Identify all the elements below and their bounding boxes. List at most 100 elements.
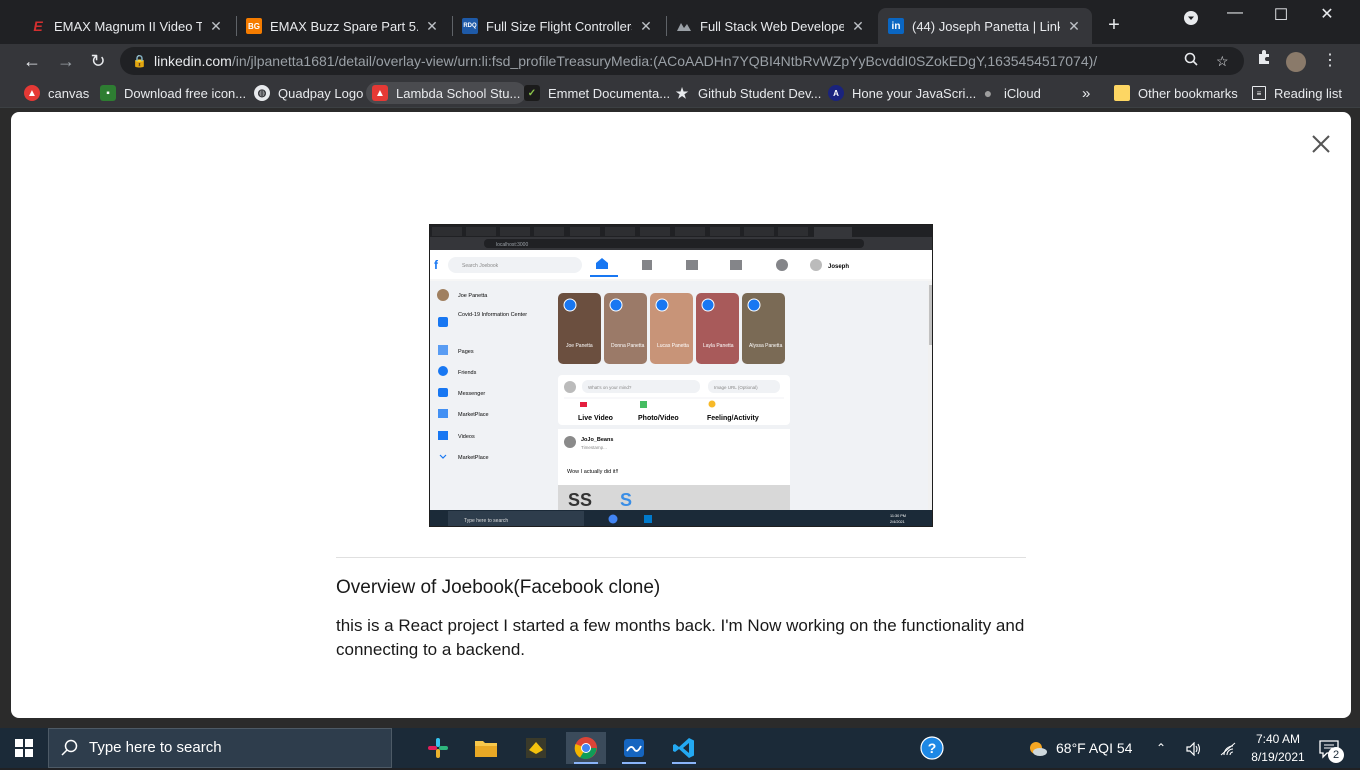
svg-text:Joe Panetta: Joe Panetta bbox=[566, 343, 593, 349]
weather-text: 68°F AQI 54 bbox=[1056, 740, 1133, 756]
tab-title: Full Size Flight Controllers (3 bbox=[486, 18, 632, 34]
tab-emax-buzz[interactable]: BG EMAX Buzz Spare Part 5.8G ✕ bbox=[236, 8, 450, 44]
whiteboard-app-icon[interactable] bbox=[614, 732, 654, 764]
bookmark-label: Emmet Documenta... bbox=[548, 85, 671, 101]
close-icon[interactable] bbox=[1307, 130, 1335, 158]
svg-text:Layla Panetta: Layla Panetta bbox=[703, 343, 734, 349]
download-icon: ▪ bbox=[100, 85, 116, 101]
tab-linkedin[interactable]: in (44) Joseph Panetta | Linked ✕ bbox=[878, 8, 1092, 44]
bookmark-canvas[interactable]: ▲ canvas bbox=[18, 82, 95, 104]
tab-emax-magnum[interactable]: E EMAX Magnum II Video Tran ✕ bbox=[20, 8, 234, 44]
notifications-icon[interactable]: 2 bbox=[1318, 728, 1344, 768]
media-title: Overview of Joebook(Facebook clone) bbox=[336, 577, 661, 598]
minimize-icon[interactable]: — bbox=[1212, 4, 1258, 22]
kebab-menu-icon[interactable]: ⋮ bbox=[1318, 48, 1342, 74]
chevron-up-icon[interactable]: ⌃ bbox=[1156, 728, 1166, 768]
forward-arrow-icon[interactable]: → bbox=[52, 48, 80, 74]
algo-icon: A bbox=[828, 85, 844, 101]
tab-search-icon[interactable] bbox=[1168, 10, 1214, 29]
bookmark-label: iCloud bbox=[1004, 85, 1041, 101]
bookmark-label: canvas bbox=[48, 85, 90, 101]
tab-title: (44) Joseph Panetta | Linked bbox=[912, 18, 1060, 34]
svg-text:Type here to search: Type here to search bbox=[464, 518, 508, 524]
svg-text:Joe Panetta: Joe Panetta bbox=[458, 293, 488, 299]
bookmark-github-student[interactable]: ★ Github Student Dev... bbox=[668, 82, 827, 104]
mini-address: localhost:3000 bbox=[496, 242, 528, 248]
bookmark-label: Lambda School Stu... bbox=[396, 85, 521, 101]
bookmark-emmet[interactable]: ✓ Emmet Documenta... bbox=[518, 82, 676, 104]
svg-text:Photo/Video: Photo/Video bbox=[638, 415, 679, 422]
url-path: /in/jlpanetta1681/detail/overlay-view/ur… bbox=[231, 53, 1098, 69]
help-icon[interactable]: ? bbox=[912, 732, 952, 764]
weather-widget[interactable]: 68°F AQI 54 bbox=[1028, 728, 1132, 768]
reading-list-icon: ≡ bbox=[1252, 86, 1266, 100]
new-tab-icon[interactable]: + bbox=[1104, 14, 1124, 37]
windows-taskbar: Type here to search ? 68°F AQI 54 ⌃ 7:40… bbox=[0, 728, 1360, 768]
bookmark-javascript[interactable]: A Hone your JavaScri... bbox=[822, 82, 982, 104]
bookmarks-bar: ▲ canvas ▪ Download free icon... ◍ Quadp… bbox=[0, 78, 1360, 108]
close-window-icon[interactable]: ✕ bbox=[1304, 4, 1350, 24]
svg-text:MarketPlace: MarketPlace bbox=[458, 455, 489, 461]
svg-text:Videos: Videos bbox=[458, 434, 475, 440]
close-tab-icon[interactable]: ✕ bbox=[1066, 18, 1082, 35]
bookmark-download-icons[interactable]: ▪ Download free icon... bbox=[94, 82, 252, 104]
bookmark-label: Github Student Dev... bbox=[698, 85, 822, 101]
reload-icon[interactable]: ↻ bbox=[84, 48, 112, 74]
close-tab-icon[interactable]: ✕ bbox=[638, 18, 654, 35]
bookmarks-overflow-icon[interactable]: » bbox=[1076, 82, 1096, 104]
taskbar-search-input[interactable]: Type here to search bbox=[48, 728, 392, 768]
svg-text:Covid-19 Information Center: Covid-19 Information Center bbox=[458, 312, 527, 318]
volume-icon[interactable] bbox=[1186, 728, 1202, 768]
vscode-app-icon[interactable] bbox=[664, 732, 704, 764]
svg-text:SS: SS bbox=[568, 490, 592, 510]
mini-stories: Joe Panetta Donna Panetta Lucas Panetta … bbox=[558, 293, 785, 364]
apple-icon: ● bbox=[983, 85, 993, 101]
close-tab-icon[interactable]: ✕ bbox=[850, 18, 866, 35]
tab-title: EMAX Buzz Spare Part 5.8G bbox=[270, 18, 418, 34]
mini-tabs bbox=[432, 227, 852, 237]
tab-full-stack[interactable]: Full Stack Web Developer ✕ bbox=[666, 8, 876, 44]
back-arrow-icon[interactable]: ← bbox=[18, 48, 46, 74]
wasp-app-icon[interactable] bbox=[516, 732, 556, 764]
bookmark-star-icon[interactable]: ☆ bbox=[1216, 47, 1229, 75]
reading-list[interactable]: ≡ Reading list bbox=[1246, 82, 1348, 104]
other-bookmarks[interactable]: Other bookmarks bbox=[1108, 82, 1244, 104]
slack-app-icon[interactable] bbox=[418, 732, 458, 764]
tab-flight-controllers[interactable]: RDQ Full Size Flight Controllers (3 ✕ bbox=[452, 8, 664, 44]
svg-text:JoJo_Beans: JoJo_Beans bbox=[581, 437, 613, 443]
close-tab-icon[interactable]: ✕ bbox=[208, 18, 224, 35]
windows-start-icon[interactable] bbox=[0, 728, 48, 768]
bookmark-quadpay[interactable]: ◍ Quadpay Logo bbox=[248, 82, 369, 104]
maximize-icon[interactable]: ☐ bbox=[1258, 5, 1304, 25]
address-bar[interactable]: 🔒 linkedin.com/in/jlpanetta1681/detail/ov… bbox=[120, 47, 1244, 75]
mini-username: Joseph bbox=[828, 264, 849, 270]
svg-text:Lucas Panetta: Lucas Panetta bbox=[657, 343, 689, 349]
close-tab-icon[interactable]: ✕ bbox=[424, 18, 440, 35]
chrome-app-icon[interactable] bbox=[566, 732, 606, 764]
extensions-puzzle-icon[interactable] bbox=[1252, 48, 1276, 74]
notification-badge: 2 bbox=[1328, 747, 1344, 763]
svg-text:S: S bbox=[620, 490, 632, 510]
media-image: localhost:3000 f Search Joebook Joseph J… bbox=[429, 224, 933, 527]
reading-list-label: Reading list bbox=[1274, 85, 1342, 101]
emmet-icon: ✓ bbox=[524, 85, 540, 101]
folder-icon bbox=[1114, 85, 1130, 101]
zoom-icon[interactable] bbox=[1184, 47, 1198, 75]
svg-text:Messenger: Messenger bbox=[458, 391, 485, 397]
system-clock[interactable]: 7:40 AM 8/19/2021 bbox=[1246, 730, 1310, 766]
lambda-shield-icon: ▲ bbox=[372, 85, 388, 101]
svg-text:Feeling/Activity: Feeling/Activity bbox=[707, 415, 759, 422]
globe-icon: ◍ bbox=[254, 85, 270, 101]
svg-text:MarketPlace: MarketPlace bbox=[458, 412, 489, 418]
profile-avatar[interactable] bbox=[1286, 52, 1306, 72]
wifi-icon[interactable] bbox=[1220, 728, 1236, 768]
search-icon bbox=[61, 729, 79, 770]
bookmark-icloud[interactable]: ● iCloud bbox=[974, 82, 1047, 104]
bookmark-label: Hone your JavaScri... bbox=[852, 85, 977, 101]
svg-text:?: ? bbox=[928, 740, 937, 756]
file-explorer-icon[interactable] bbox=[466, 732, 506, 764]
emax-favicon-icon: E bbox=[33, 18, 43, 34]
bookmark-lambda[interactable]: ▲ Lambda School Stu... bbox=[366, 82, 527, 104]
media-overlay-modal: localhost:3000 f Search Joebook Joseph J… bbox=[11, 112, 1351, 718]
clock-date: 8/19/2021 bbox=[1251, 750, 1305, 764]
